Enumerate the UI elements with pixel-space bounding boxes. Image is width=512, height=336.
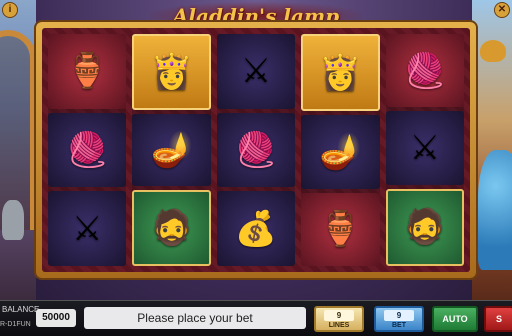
reel-1: 🏺 🧶 ⚔ — [48, 34, 127, 267]
reel-frame: 🏺 🧶 ⚔ 👸 🪔 🧔 ⚔ 🧶 💰 👸 🪔 🏺 🧶 ⚔ 🧔 — [36, 22, 476, 278]
magic-carpet-icon: 🧶 — [234, 131, 278, 169]
magic-lamp-icon: 🪔 — [319, 132, 362, 171]
spin-button[interactable]: S — [484, 306, 512, 332]
magic-lamp-icon: 🪔 — [150, 131, 193, 169]
crossed-scimitars-icon: ⚔ — [71, 209, 103, 248]
close-icon[interactable]: ✕ — [494, 2, 510, 18]
status-message: Please place your bet — [84, 307, 306, 329]
crossed-scimitars-icon: ⚔ — [409, 128, 441, 167]
balance-label: BALANCE — [2, 305, 40, 314]
reel-2: 👸 🪔 🧔 — [132, 34, 211, 266]
hanging-lamp-icon — [480, 40, 506, 62]
reel-grid: 🏺 🧶 ⚔ 👸 🪔 🧔 ⚔ 🧶 💰 👸 🪔 🏺 🧶 ⚔ 🧔 — [42, 28, 470, 272]
info-icon[interactable]: i — [2, 2, 18, 18]
reel-4: 👸 🪔 🏺 — [301, 34, 380, 266]
symbol-cell: 🧔 — [132, 190, 211, 266]
golden-vase-icon: 🏺 — [319, 210, 362, 249]
crossed-scimitars-icon: ⚔ — [240, 52, 272, 91]
symbol-cell: 🏺 — [48, 34, 127, 109]
symbol-cell: 💰 — [216, 191, 296, 267]
balance-currency: R-D1FUN — [0, 321, 31, 328]
symbol-cell: ⚔ — [216, 34, 296, 109]
bet-button[interactable]: 9 BET — [374, 306, 424, 332]
golden-vase-icon: 🏺 — [66, 52, 109, 91]
reel-5: 🧶 ⚔ 🧔 — [385, 34, 465, 266]
auto-spin-button[interactable]: AUTO — [432, 306, 478, 332]
scenery-decoration-right — [472, 0, 512, 300]
symbol-cell: 🪔 — [132, 114, 211, 186]
magic-carpet-icon: 🧶 — [403, 51, 446, 90]
symbol-cell: 🧶 — [216, 112, 296, 188]
bet-label: BET — [392, 322, 406, 329]
aladdin-icon: 🧔 — [150, 209, 193, 247]
symbol-cell: 🧔 — [385, 188, 465, 266]
game-scene: i ✕ Aladdin's lamp 264918753 264918753 🏺… — [0, 0, 512, 300]
princess-jasmine-icon: 👸 — [150, 53, 193, 91]
symbol-cell: 👸 — [132, 34, 211, 110]
symbol-cell: 🧶 — [385, 34, 465, 108]
symbol-cell: 🏺 — [301, 192, 380, 266]
control-bar: BALANCE 50000 R-D1FUN Please place your … — [0, 300, 512, 336]
lines-label: LINES — [328, 322, 350, 329]
symbol-cell: ⚔ — [48, 191, 127, 267]
magic-carpet-icon: 🧶 — [66, 131, 109, 169]
symbol-cell: 👸 — [301, 34, 380, 112]
reel-3: ⚔ 🧶 💰 — [216, 34, 296, 267]
gold-pot-icon: 💰 — [234, 209, 278, 248]
symbol-cell: 🪔 — [301, 115, 380, 189]
jar-icon — [2, 200, 24, 240]
lines-button[interactable]: 9 LINES — [314, 306, 364, 332]
symbol-cell: 🧶 — [48, 112, 127, 188]
bet-value: 9 — [384, 310, 414, 321]
palace-decoration-left — [0, 0, 36, 300]
balance-value: 50000 — [36, 309, 76, 327]
aladdin-icon: 🧔 — [403, 208, 446, 247]
lines-value: 9 — [324, 310, 354, 321]
genie-icon — [478, 150, 512, 270]
symbol-cell: ⚔ — [385, 111, 465, 185]
princess-jasmine-icon: 👸 — [319, 53, 362, 92]
